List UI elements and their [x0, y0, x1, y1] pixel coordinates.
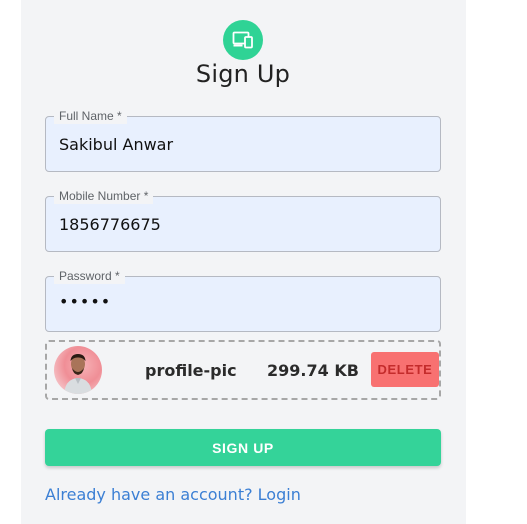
password-label: Password * — [54, 268, 125, 284]
avatar — [54, 346, 102, 394]
login-link[interactable]: Already have an account? Login — [45, 485, 301, 504]
full-name-label: Full Name * — [54, 108, 127, 124]
file-name: profile-pic — [145, 361, 237, 380]
devices-icon — [223, 20, 263, 60]
page-title: Sign Up — [195, 60, 291, 88]
password-field[interactable]: Password * ••••• — [45, 268, 441, 332]
delete-button[interactable]: DELETE — [371, 352, 439, 387]
full-name-field[interactable]: Full Name * Sakibul Anwar — [45, 108, 441, 172]
sign-up-button[interactable]: SIGN UP — [45, 429, 441, 466]
password-value[interactable]: ••••• — [59, 292, 111, 311]
full-name-value[interactable]: Sakibul Anwar — [59, 135, 173, 154]
page: Sign Up Full Name * Sakibul Anwar Mobile… — [0, 0, 527, 524]
mobile-number-field[interactable]: Mobile Number * 1856776675 — [45, 188, 441, 252]
mobile-number-label: Mobile Number * — [54, 188, 154, 204]
file-size: 299.74 KB — [267, 361, 359, 380]
file-upload-dropzone[interactable]: profile-pic 299.74 KB DELETE — [45, 340, 441, 400]
mobile-number-value[interactable]: 1856776675 — [59, 215, 161, 234]
